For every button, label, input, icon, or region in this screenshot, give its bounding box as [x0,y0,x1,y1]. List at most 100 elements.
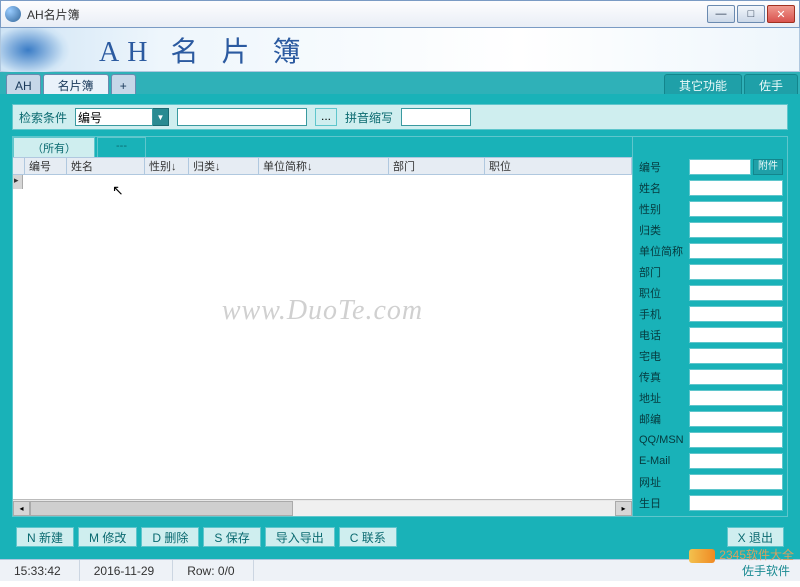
detail-label: 宅电 [639,348,689,364]
window-title: AH名片簿 [27,6,707,23]
scroll-left-icon[interactable]: ◂ [13,501,30,516]
detail-input-fax[interactable] [689,369,783,385]
col-company[interactable]: 单位简称↓ [259,158,389,174]
detail-label: 单位简称 [639,243,689,259]
status-brand: 佐手软件 [742,562,800,579]
content-row: （所有） --- 编号 姓名 性别↓ 归类↓ 单位简称↓ 部门 职位 www.D… [12,136,788,517]
banner-title: AH 名 片 簿 [99,30,308,70]
grid-tab-all[interactable]: （所有） [13,137,95,157]
detail-row: 电话 [639,325,783,345]
detail-row: 性别 [639,199,783,219]
status-row: Row: 0/0 [173,560,253,581]
detail-row: 地址 [639,388,783,408]
col-gender[interactable]: 性别↓ [145,158,189,174]
detail-input-zip[interactable] [689,411,783,427]
detail-label: 手机 [639,306,689,322]
detail-label: 归类 [639,222,689,238]
app-icon [5,6,21,22]
detail-panel: 编号 附件 姓名 性别 归类 单位简称 部门 职位 手机 电话 宅电 传真 地址… [633,136,788,517]
search-value-input[interactable] [177,108,307,126]
detail-row: 邮编 [639,409,783,429]
grid-filter-tabs: （所有） --- [13,137,632,157]
edit-button[interactable]: M 修改 [78,527,137,547]
grid-header: 编号 姓名 性别↓ 归类↓ 单位简称↓ 部门 职位 [13,157,632,175]
detail-row: QQ/MSN [639,430,783,450]
contact-button[interactable]: C 联系 [339,527,397,547]
grid-panel: （所有） --- 编号 姓名 性别↓ 归类↓ 单位简称↓ 部门 职位 www.D… [12,136,633,517]
detail-label: 部门 [639,264,689,280]
search-browse-button[interactable]: ... [315,108,337,126]
col-category[interactable]: 归类↓ [189,158,259,174]
detail-row: 网址 [639,472,783,492]
banner-graphic [1,28,91,72]
window-controls: — □ ✕ [707,5,795,23]
button-bar: N 新建 M 修改 D 删除 S 保存 导入导出 C 联系 X 退出 [12,523,788,551]
detail-row: 传真 [639,367,783,387]
detail-label: 邮编 [639,411,689,427]
detail-row-id: 编号 附件 [639,157,783,177]
detail-input-qqmsn[interactable] [689,432,783,448]
detail-row: 手机 [639,304,783,324]
save-button[interactable]: S 保存 [203,527,260,547]
maximize-button[interactable]: □ [737,5,765,23]
tab-add[interactable]: + [111,74,136,94]
detail-input-birthday[interactable] [689,495,783,511]
detail-label: 传真 [639,369,689,385]
search-field-input[interactable] [75,108,153,126]
detail-input-phone[interactable] [689,327,783,343]
chevron-down-icon[interactable]: ▼ [153,108,169,126]
col-name[interactable]: 姓名 [67,158,145,174]
detail-row: 单位简称 [639,241,783,261]
current-row-marker [13,175,23,189]
search-field-combo[interactable]: ▼ [75,108,169,126]
minimize-button[interactable]: — [707,5,735,23]
detail-label: 编号 [639,159,689,175]
scroll-right-icon[interactable]: ▸ [615,501,632,516]
detail-input-website[interactable] [689,474,783,490]
detail-input-address[interactable] [689,390,783,406]
delete-button[interactable]: D 删除 [141,527,199,547]
detail-input-dept[interactable] [689,264,783,280]
search-label: 检索条件 [19,109,67,126]
detail-input-mobile[interactable] [689,306,783,322]
new-button[interactable]: N 新建 [16,527,74,547]
watermark-text: www.DuoTe.com [222,295,423,327]
tab-ah[interactable]: AH [6,74,41,94]
titlebar: AH名片簿 — □ ✕ [0,0,800,28]
detail-input-id[interactable] [689,159,751,175]
banner: AH 名 片 簿 [0,28,800,72]
detail-row: 姓名 [639,178,783,198]
close-button[interactable]: ✕ [767,5,795,23]
tab-cards[interactable]: 名片簿 [43,74,109,94]
detail-input-company[interactable] [689,243,783,259]
detail-label: E-Mail [639,455,689,467]
detail-input-title[interactable] [689,285,783,301]
pinyin-input[interactable] [401,108,471,126]
col-id[interactable]: 编号 [25,158,67,174]
detail-input-name[interactable] [689,180,783,196]
scroll-track[interactable] [30,501,615,516]
detail-input-homephone[interactable] [689,348,783,364]
tab-other-functions[interactable]: 其它功能 [664,74,742,94]
detail-input-gender[interactable] [689,201,783,217]
import-export-button[interactable]: 导入导出 [265,527,335,547]
detail-input-category[interactable] [689,222,783,238]
statusbar: 15:33:42 2016-11-29 Row: 0/0 佐手软件 [0,559,800,581]
grid-row-selector-head[interactable] [13,158,25,174]
tab-helper[interactable]: 佐手 [744,74,798,94]
status-time: 15:33:42 [0,560,80,581]
attachment-button[interactable]: 附件 [753,159,783,175]
pinyin-label: 拼音缩写 [345,109,393,126]
detail-row: 宅电 [639,346,783,366]
detail-row: 部门 [639,262,783,282]
horizontal-scrollbar[interactable]: ◂ ▸ [13,499,632,516]
detail-input-email[interactable] [689,453,783,469]
tabstrip: AH 名片簿 + 其它功能 佐手 [0,72,800,94]
detail-row: 职位 [639,283,783,303]
grid-tab-dash[interactable]: --- [97,137,146,157]
scroll-thumb[interactable] [30,501,293,516]
grid-body[interactable]: www.DuoTe.com [13,175,632,499]
col-dept[interactable]: 部门 [389,158,485,174]
exit-button[interactable]: X 退出 [727,527,784,547]
col-title[interactable]: 职位 [485,158,632,174]
